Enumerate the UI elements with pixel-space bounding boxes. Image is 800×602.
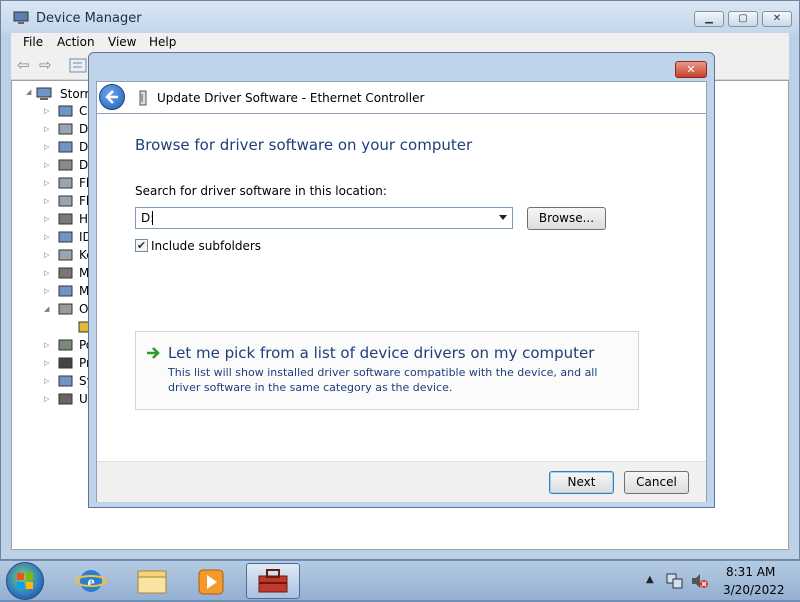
minimize-button[interactable]: ▁ — [694, 11, 724, 27]
dialog-close-button[interactable]: ✕ — [675, 61, 707, 78]
option-description: This list will show installed driver sof… — [168, 366, 598, 394]
forward-arrow-icon[interactable]: ⇨ — [39, 57, 57, 73]
menu-help[interactable]: Help — [149, 35, 176, 49]
dialog-title: Update Driver Software - Ethernet Contro… — [157, 91, 425, 105]
keyboard-icon — [58, 249, 73, 261]
dropdown-arrow-icon[interactable] — [499, 215, 507, 220]
window-title: Device Manager — [36, 11, 142, 26]
mouse-icon — [58, 267, 73, 279]
update-driver-dialog: ✕ Update Driver Software - Ethernet Cont… — [88, 52, 715, 508]
floppy-drive-icon — [58, 195, 73, 207]
internet-explorer-icon[interactable]: e — [64, 563, 118, 599]
volume-muted-icon[interactable] — [690, 572, 708, 590]
expand-icon[interactable]: ▷ — [44, 251, 49, 259]
display-adapter-icon — [58, 141, 73, 153]
expand-icon[interactable]: ▷ — [44, 161, 49, 169]
expand-icon[interactable]: ▷ — [44, 215, 49, 223]
maximize-button[interactable]: ▢ — [728, 11, 758, 27]
windows-explorer-icon[interactable] — [125, 563, 179, 599]
location-label: Search for driver software in this locat… — [135, 184, 387, 198]
dialog-header: Update Driver Software - Ethernet Contro… — [96, 81, 707, 115]
text-caret — [152, 211, 153, 225]
ethernet-device-icon — [139, 90, 147, 106]
ide-controller-icon — [58, 231, 73, 243]
expand-icon[interactable]: ▷ — [44, 287, 49, 295]
computer-icon — [36, 87, 52, 100]
clock-time[interactable]: 8:31 AM — [726, 565, 775, 579]
dvd-drive-icon — [58, 159, 73, 171]
menu-file[interactable]: File — [23, 35, 43, 49]
back-arrow-icon — [105, 90, 118, 104]
expand-icon[interactable]: ▷ — [44, 269, 49, 277]
monitor-icon — [58, 285, 73, 297]
device-manager-task-icon[interactable] — [246, 563, 300, 599]
start-button[interactable] — [6, 562, 44, 600]
computer-icon — [58, 105, 73, 117]
expand-icon[interactable]: ▷ — [44, 197, 49, 205]
device-manager-icon — [13, 11, 29, 24]
page-heading: Browse for driver software on your compu… — [135, 136, 473, 154]
network-icon[interactable] — [666, 572, 684, 590]
dialog-footer: Next Cancel — [97, 461, 706, 502]
include-subfolders-label[interactable]: Include subfolders — [151, 239, 261, 253]
floppy-controller-icon — [58, 177, 73, 189]
other-devices-icon — [58, 303, 73, 315]
expand-icon[interactable]: ▷ — [44, 143, 49, 151]
back-button[interactable] — [99, 84, 125, 110]
clock-date[interactable]: 3/20/2022 — [723, 583, 785, 597]
collapse-icon[interactable]: ◢ — [44, 305, 49, 313]
media-player-icon[interactable] — [184, 563, 238, 599]
expand-icon[interactable]: ▷ — [44, 395, 49, 403]
processor-icon — [58, 357, 73, 369]
expand-icon[interactable]: ▷ — [44, 233, 49, 241]
include-subfolders-checkbox[interactable]: ✔ — [135, 239, 148, 252]
system-devices-icon — [58, 375, 73, 387]
browse-button[interactable]: Browse... — [527, 207, 606, 230]
hid-icon — [58, 213, 73, 225]
show-hidden-icons-icon[interactable]: ▲ — [646, 574, 654, 585]
windows-logo-icon — [17, 573, 33, 589]
port-icon — [58, 339, 73, 351]
menu-bar: File Action View Help — [11, 33, 789, 53]
back-arrow-icon[interactable]: ⇦ — [17, 57, 35, 73]
location-combobox[interactable]: D: — [135, 207, 513, 229]
title-bar[interactable]: Device Manager ▁ ▢ ✕ — [1, 1, 799, 33]
next-button[interactable]: Next — [549, 471, 614, 494]
usb-icon — [58, 393, 73, 405]
expand-icon[interactable]: ▷ — [44, 125, 49, 133]
properties-icon[interactable] — [69, 58, 87, 74]
menu-view[interactable]: View — [108, 35, 136, 49]
expand-icon[interactable]: ▷ — [44, 377, 49, 385]
expand-icon[interactable]: ▷ — [44, 179, 49, 187]
collapse-icon[interactable]: ◢ — [26, 88, 31, 96]
expand-icon[interactable]: ▷ — [44, 341, 49, 349]
expand-icon[interactable]: ▷ — [44, 359, 49, 367]
cancel-button[interactable]: Cancel — [624, 471, 689, 494]
taskbar: e ▲ 8:31 AM 3/20/2022 — [0, 560, 800, 600]
green-arrow-icon — [147, 347, 160, 359]
menu-action[interactable]: Action — [57, 35, 95, 49]
close-button[interactable]: ✕ — [762, 11, 792, 27]
expand-icon[interactable]: ▷ — [44, 107, 49, 115]
dialog-body: Browse for driver software on your compu… — [96, 113, 707, 502]
pick-from-list-option[interactable]: Let me pick from a list of device driver… — [135, 331, 639, 410]
disk-drive-icon — [58, 123, 73, 135]
option-title[interactable]: Let me pick from a list of device driver… — [168, 344, 594, 362]
